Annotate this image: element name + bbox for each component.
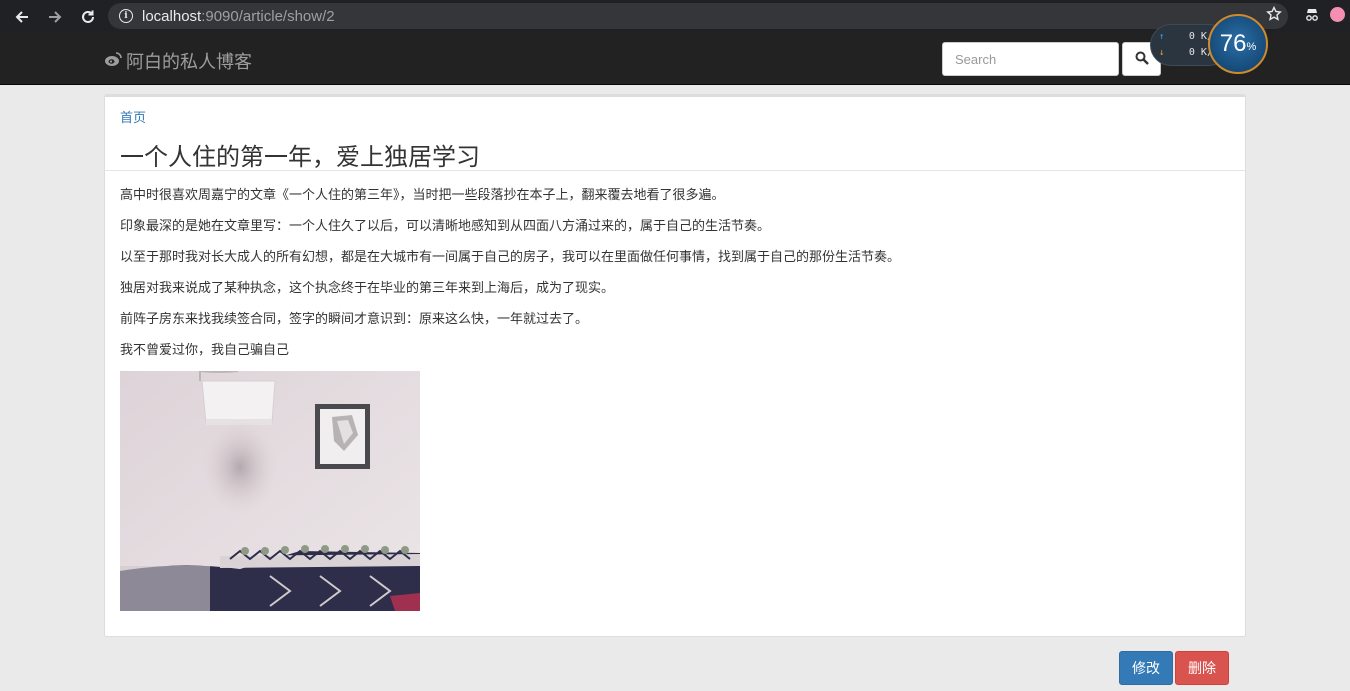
browser-toolbar: i localhost:9090/article/show/2 [0,0,1350,33]
divider [105,170,1245,171]
upload-arrow-icon: ↑ [1159,31,1165,42]
download-arrow-icon: ↓ [1159,47,1165,58]
reload-icon[interactable] [77,6,99,28]
brand-text: 阿白的私人博客 [126,52,252,73]
url-text[interactable]: localhost:9090/article/show/2 [142,8,335,25]
article-paragraph: 以至于那时我对长大成人的所有幻想，都是在大城市有一间属于自己的房子，我可以在里面… [120,250,901,265]
article-image [120,371,420,611]
extension-icon[interactable] [1330,7,1345,22]
article-paragraph: 高中时很喜欢周嘉宁的文章《一个人住的第三年》，当时把一些段落抄在本子上，翻来覆去… [120,188,725,203]
info-icon[interactable]: i [119,9,133,23]
search-icon [1135,50,1149,69]
forward-icon[interactable] [44,6,66,28]
article-paragraph: 独居对我来说成了某种执念，这个执念终于在毕业的第三年来到上海后，成为了现实。 [120,281,615,296]
article-title: 一个人住的第一年，爱上独居学习 [120,143,480,171]
delete-button[interactable]: 删除 [1175,651,1229,685]
bookmark-star-icon[interactable] [1266,5,1282,26]
search-input[interactable]: Search [942,42,1119,76]
site-navbar: 阿白的私人博客 Search [0,33,1350,85]
back-icon[interactable] [11,6,33,28]
article-paragraph: 我不曾爱过你，我自己骗自己 [120,343,290,358]
article-paragraph: 印象最深的是她在文章里写：一个人住久了以后，可以清晰地感知到从四面八方涌过来的，… [120,219,771,234]
article-paragraph: 前阵子房东来找我续签合同，签字的瞬间才意识到：原来这么快，一年就过去了。 [120,312,589,327]
article-panel: 首页 一个人住的第一年，爱上独居学习 高中时很喜欢周嘉宁的文章《一个人住的第三年… [104,94,1246,637]
address-bar[interactable]: i localhost:9090/article/show/2 [108,3,1288,29]
article-body: 高中时很喜欢周嘉宁的文章《一个人住的第三年》，当时把一些段落抄在本子上，翻来覆去… [120,187,1220,373]
edit-button[interactable]: 修改 [1119,651,1173,685]
weibo-icon [104,51,122,72]
breadcrumb-home-link[interactable]: 首页 [120,107,146,126]
memory-gauge[interactable]: 76% [1208,14,1268,74]
incognito-extension-icon[interactable] [1304,7,1320,27]
brand-link[interactable]: 阿白的私人博客 [104,48,252,74]
network-speed-widget[interactable]: ↑ 0 K/s ↓ 0 K/s 76% [1150,14,1268,74]
